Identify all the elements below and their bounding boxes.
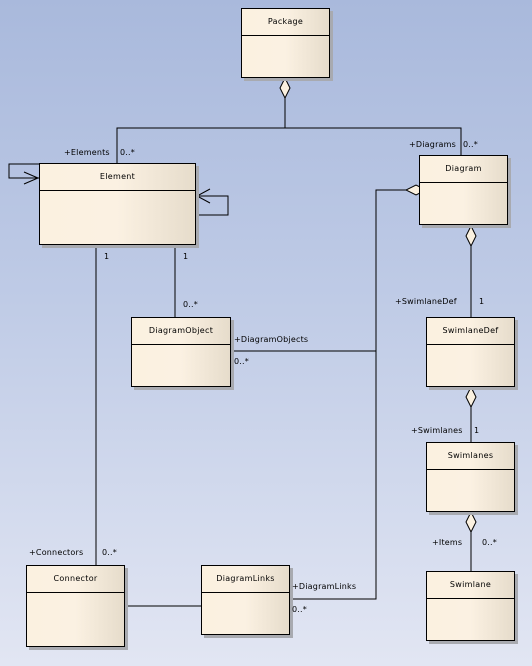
class-package[interactable]: Package	[241, 8, 330, 78]
mult-connectors: 0..*	[102, 548, 117, 557]
aggregation-diamond-swimlanes	[465, 510, 477, 534]
mult-element-diagramobject: 1	[183, 252, 189, 261]
class-swimlanes[interactable]: Swimlanes	[426, 442, 515, 512]
mult-diagram-objects: 0..*	[234, 357, 249, 366]
mult-swimlanes: 1	[474, 426, 480, 435]
class-diagram-object-name: DiagramObject	[132, 318, 230, 345]
mult-diagram-links: 0..*	[292, 605, 307, 614]
class-swimlane-name: Swimlane	[427, 572, 514, 599]
role-swimlanedef: +SwimlaneDef	[395, 297, 457, 306]
mult-diagramobject-top: 0..*	[183, 300, 198, 309]
class-diagram-object[interactable]: DiagramObject	[131, 317, 231, 387]
class-diagram[interactable]: Diagram	[419, 155, 508, 225]
class-swimlane-def-name: SwimlaneDef	[427, 318, 514, 345]
class-element-name: Element	[40, 164, 195, 191]
element-self-loop-left	[8, 163, 39, 179]
role-connectors: +Connectors	[29, 548, 84, 557]
class-diagram-name: Diagram	[420, 156, 507, 183]
package-elements-link	[116, 97, 286, 163]
aggregation-diamond-diagram-bottom	[465, 224, 477, 248]
role-diagram-links: +DiagramLinks	[292, 582, 357, 591]
class-connector-name: Connector	[27, 566, 124, 593]
element-self-loop-right	[196, 195, 229, 216]
diagram-diagramlinks-link	[290, 351, 377, 600]
mult-element-connector: 1	[104, 252, 110, 261]
aggregation-diamond-package	[279, 76, 291, 100]
role-diagrams: +Diagrams	[409, 140, 457, 149]
mult-items: 0..*	[482, 538, 497, 547]
class-element[interactable]: Element	[39, 163, 196, 245]
mult-elements: 0..*	[120, 148, 135, 157]
diagram-diagramobjects-link	[231, 189, 410, 352]
class-swimlane-def[interactable]: SwimlaneDef	[426, 317, 515, 387]
mult-swimlanedef: 1	[479, 297, 485, 306]
class-package-name: Package	[242, 9, 329, 36]
class-connector[interactable]: Connector	[26, 565, 125, 647]
aggregation-diamond-swimlanedef	[465, 385, 477, 409]
class-diagram-links-name: DiagramLinks	[202, 566, 289, 593]
class-swimlanes-name: Swimlanes	[427, 443, 514, 470]
class-swimlane[interactable]: Swimlane	[426, 571, 515, 641]
role-items: +Items	[432, 538, 463, 547]
role-swimlanes: +Swimlanes	[411, 426, 463, 435]
mult-diagrams: 0..*	[463, 140, 478, 149]
role-diagram-objects: +DiagramObjects	[234, 335, 309, 344]
role-elements: +Elements	[64, 148, 110, 157]
class-diagram-links[interactable]: DiagramLinks	[201, 565, 290, 635]
